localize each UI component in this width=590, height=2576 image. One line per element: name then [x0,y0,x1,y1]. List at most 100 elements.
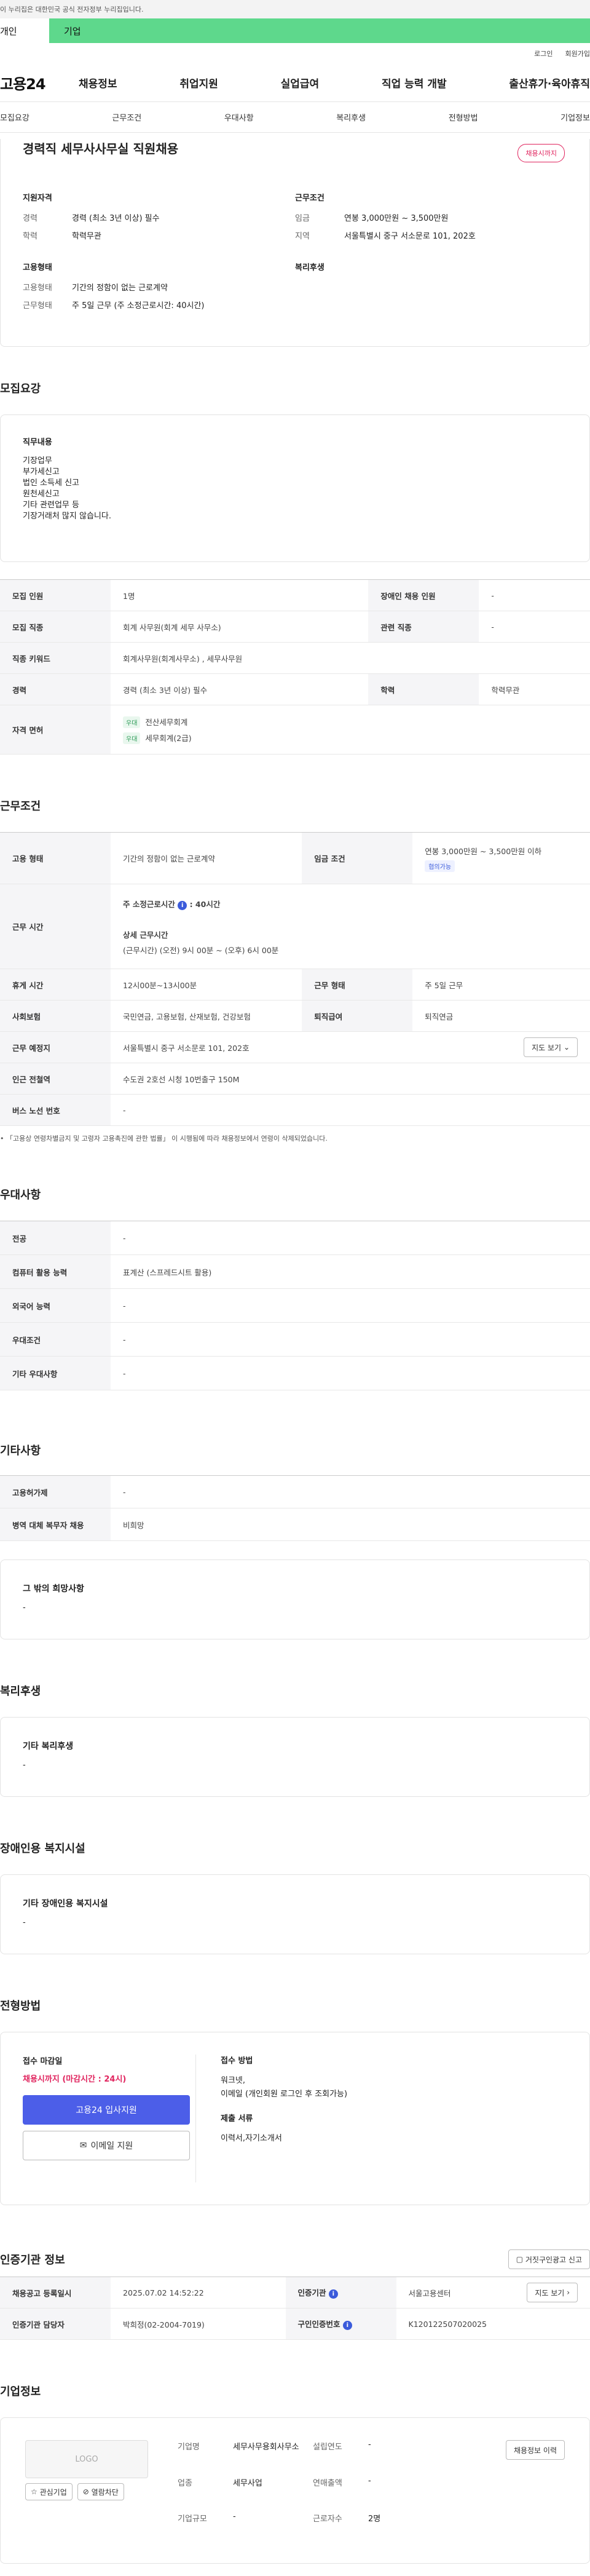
agency-section: 인증기관 정보 ▢ 거짓구인광고 신고 채용공고 등록일시 2025.07.02… [0,2249,590,2340]
subnav-process[interactable]: 전형방법 [449,111,478,123]
pref-table: 전공 - 컴퓨터 활용 능력 표계산 (스프레드시트 활용) 외국어 능력 - 우대조… [0,1221,590,1390]
summary-education: 학력 학력무관 [23,232,101,241]
hours-detail: (근무시간) (오전) 9시 00분 ~ (오후) 6시 00분 [123,945,279,955]
duty-item: 법인 소득세 신고 [23,478,79,488]
work-section: 근무조건 고용 형태 기간의 정함이 없는 근로계약 임금 조건 연봉 3,00… [0,798,590,1143]
table-row: 인증기관 담당자 박희정(02-2004-7019) 구인인증번호 i K120… [0,2308,590,2340]
welfare-heading: 복리후생 [295,263,324,272]
gnb-item-leave[interactable]: 출산휴가·육아휴직 [509,75,590,90]
subnav-welfare[interactable]: 복리후생 [336,111,366,123]
duty-item: 부가세신고 [23,467,60,477]
table-row: 외국어 능력 - [0,1288,590,1323]
company-logo: LOGO [25,2440,148,2478]
others-table: 고용허가제 - 병역 대체 복무자 채용 비희망 [0,1475,590,1541]
duty-heading: 직무내용 [23,438,52,447]
subnav-work[interactable]: 근무조건 [112,111,141,123]
welfare-box: 기타 복리후생 - [0,1717,590,1797]
info-icon[interactable]: i [178,900,187,910]
favorite-company-button[interactable]: ☆ 관심기업 [25,2483,73,2500]
qualification-block: 지원자격 경력 경력 (최소 3년 이상) 필수 학력 학력무관 [23,191,295,247]
license-item: 우대 전산세무회계 [123,716,578,728]
apply-box: 접수 마감일 채용시까지 (마감시간 : 24시) 고용24 입사지원 ✉ 이메일… [0,2032,590,2205]
condition-block: 근무조건 임금 연봉 3,000만원 ~ 3,500만원 지역 서울특별시 중구 서… [295,191,567,247]
table-row: 기타 우대사항 - [0,1356,590,1390]
gnb-item-jobs[interactable]: 채용정보 [79,75,117,90]
pref-title: 우대사항 [0,1189,41,1202]
agency-map-button[interactable]: 지도 보기 › [527,2283,578,2302]
welfare-block: 복리후생 [295,261,567,317]
process-section: 전형방법 접수 마감일 채용시까지 (마감시간 : 24시) 고용24 입사지원… [0,1997,590,2205]
recruit-section: 모집요강 직무내용 기장업무 부가세신고 법인 소득세 신고 원천세신고 기타 … [0,380,590,755]
utility-links: 로그인 회원가입 [0,43,590,64]
table-row: 근무 예정지 서울특별시 중구 서소문로 101, 202호 지도 보기 ⌄ [0,1031,590,1063]
summary-wage: 임금 연봉 3,000만원 ~ 3,500만원 [295,214,449,223]
gnb-item-support[interactable]: 취업지원 [179,75,218,90]
company-title: 기업정보 [0,2385,41,2398]
info-icon[interactable]: i [342,2321,352,2330]
company-info: 기업명 세무사무용회사무소 설립연도 - 업종 세무사업 연매출액 - 기업규모… [178,2440,381,2524]
duty-item: 기장거래처 많지 않습니다. [23,512,111,521]
condition-heading: 근무조건 [295,194,324,203]
info-icon[interactable]: i [328,2289,338,2299]
duty-list: 기장업무 부가세신고 법인 소득세 신고 원천세신고 기타 관련업무 등 기장거… [23,456,567,522]
table-row: 고용허가제 - [0,1475,590,1508]
subnav-pref[interactable]: 우대사항 [224,111,254,123]
others-title: 기타사항 [0,1445,41,1457]
report-button[interactable]: ▢ 거짓구인광고 신고 [508,2249,590,2269]
table-row: 모집 인원 1명 장애인 채용 인원 - [0,579,590,611]
table-row: 직종 키워드 회계사무원(회계사무소) , 세무사무원 [0,642,590,674]
employment-block: 고용형태 고용형태 기간의 정함이 없는 근로계약 근무형태 주 5일 근무 (주 … [23,261,295,317]
block-icon: ⊘ [82,2487,89,2496]
table-row: 근무 시간 주 소정근로시간 i : 40시간 상세 근무시간 (근무시간) (… [0,884,590,969]
table-row: 병역 대체 복무자 채용 비희망 [0,1508,590,1541]
duty-item: 기타 관련업무 등 [23,501,79,510]
company-box: LOGO ☆ 관심기업 ⊘ 열람차단 기업명 세무사무용회사무소 설립연도 - … [0,2417,590,2564]
section-subnav: 모집요강 근무조건 우대사항 복리후생 전형방법 기업정보 [0,102,590,133]
subnav-company[interactable]: 기업정보 [560,111,590,123]
job-title: 경력직 세무사사무실 직원채용 [23,141,179,156]
company-logo-area: LOGO ☆ 관심기업 ⊘ 열람차단 [25,2440,148,2541]
gnb-item-unemployment[interactable]: 실업급여 [281,75,320,90]
summary-region: 지역 서울특별시 중구 서소문로 101, 202호 [295,232,476,241]
site-logo[interactable]: 고용24 [0,72,79,93]
email-apply-button[interactable]: ✉ 이메일 지원 [23,2131,190,2160]
table-row: 컴퓨터 활용 능력 표계산 (스프레드시트 활용) [0,1254,590,1289]
company-section: 기업정보 LOGO ☆ 관심기업 ⊘ 열람차단 기업명 세무사무용회사무소 설립… [0,2383,590,2564]
tab-company[interactable]: 기업 [49,18,90,43]
tab-personal[interactable]: 개인 [0,18,49,43]
deadline-badge: 채용시까지 [517,144,565,162]
work-table: 고용 형태 기간의 정함이 없는 근로계약 임금 조건 연봉 3,000만원 ~… [0,832,590,1126]
process-title: 전형방법 [0,2000,41,2013]
global-nav: 고용24 채용정보 취업지원 실업급여 직업 능력 개발 출산휴가·육아휴직 [0,64,590,102]
gnb-menu: 채용정보 취업지원 실업급여 직업 능력 개발 출산휴가·육아휴직 [79,75,590,90]
block-view-button[interactable]: ⊘ 열람차단 [77,2483,124,2500]
license-item: 우대 세무회계(2급) [123,732,578,744]
disabled-facility-box: 기타 장애인용 복지시설 - [0,1874,590,1954]
pref-section: 우대사항 전공 - 컴퓨터 활용 능력 표계산 (스프레드시트 활용) 외국어 능력… [0,1186,590,1390]
hope-box: 그 밖의 희망사항 - [0,1559,590,1639]
gov-banner: 이 누리집은 대한민국 공식 전자정부 누리집입니다. [0,0,590,18]
summary-career: 경력 경력 (최소 3년 이상) 필수 [23,214,160,223]
summary-grid: 지원자격 경력 경력 (최소 3년 이상) 필수 학력 학력무관 근무조건 임금 연봉… [23,191,567,317]
agency-title: 인증기관 정보 [0,2254,65,2267]
login-link[interactable]: 로그인 [534,49,553,58]
apply-left: 접수 마감일 채용시까지 (마감시간 : 24시) 고용24 입사지원 ✉ 이메일… [23,2055,196,2182]
signup-link[interactable]: 회원가입 [565,49,590,58]
gnb-item-training[interactable]: 직업 능력 개발 [382,75,447,90]
subnav-recruit[interactable]: 모집요강 [0,111,30,123]
table-row: 전공 - [0,1221,590,1255]
work-title: 근무조건 [0,800,41,813]
table-row: 우대조건 - [0,1322,590,1357]
duty-item: 기장업무 [23,456,52,466]
apply-button[interactable]: 고용24 입사지원 [23,2095,190,2125]
chevron-down-icon: ⌄ [563,1043,570,1052]
recruit-title: 모집요강 [0,382,41,395]
map-button[interactable]: 지도 보기 ⌄ [524,1037,578,1057]
star-icon: ☆ [31,2487,37,2496]
hours-detail-title: 상세 근무시간 [123,930,168,940]
others-section: 기타사항 고용허가제 - 병역 대체 복무자 채용 비희망 그 밖의 희망사항 - [0,1442,590,1639]
duty-item: 원천세신고 [23,489,60,499]
qualification-heading: 지원자격 [23,194,52,203]
welfare-title: 복리후생 [0,1685,41,1698]
table-row: 경력 경력 (최소 3년 이상) 필수 학력 학력무관 [0,673,590,705]
